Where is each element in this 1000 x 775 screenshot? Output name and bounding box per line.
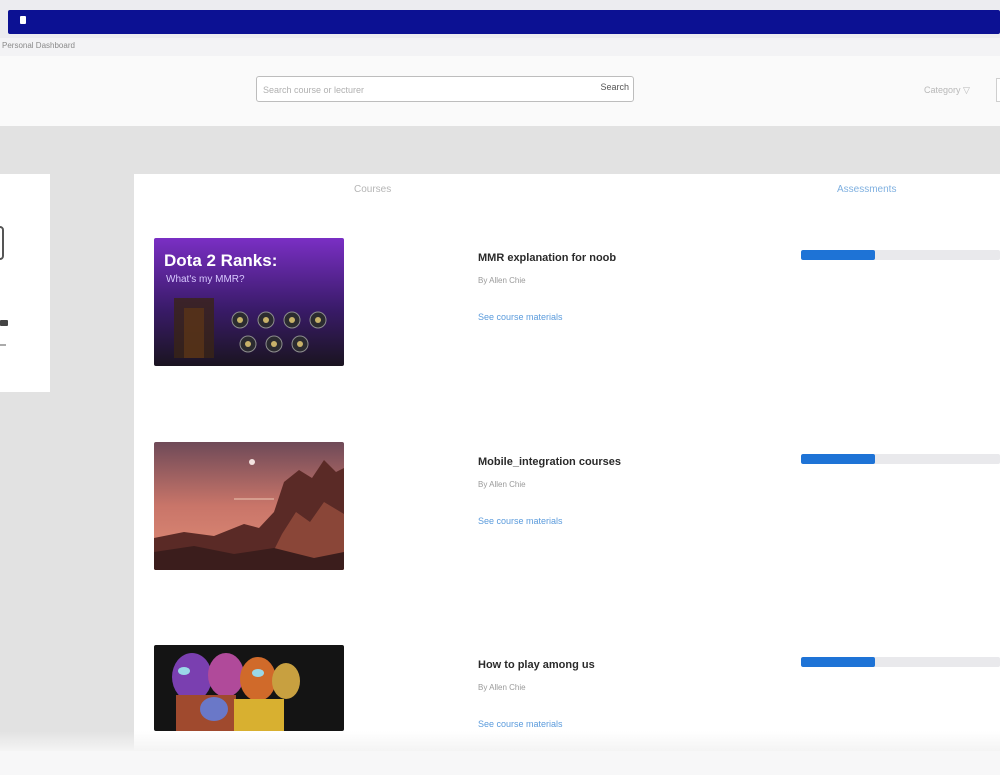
course-progress-fill [801,657,875,667]
among-us-characters-thumbnail[interactable] [154,645,344,731]
category-dropdown[interactable]: Category ▽ [924,85,970,96]
app-icon [20,16,26,24]
course-title[interactable]: MMR explanation for noob [478,252,616,264]
course-progress-fill [801,250,875,260]
bottom-fade [0,731,1000,751]
course-title[interactable]: How to play among us [478,659,595,671]
avatar [0,226,4,260]
course-materials-link[interactable]: See course materials [478,516,563,526]
course-author: By Allen Chie [478,683,526,692]
course-title[interactable]: Mobile_integration courses [478,456,621,468]
course-item: Mobile_integration courses By Allen Chie… [134,442,1000,572]
dota-ranks-thumbnail[interactable]: Dota 2 Ranks: What's my MMR? [154,238,344,366]
course-item: How to play among us By Allen Chie See c… [134,645,1000,775]
course-item: Dota 2 Ranks: What's my MMR? MMR explana… [134,238,1000,368]
header: Search Category ▽ [0,56,1000,126]
breadcrumb: Personal Dashboard [2,41,75,50]
thumbnail-subtitle: What's my MMR? [166,274,245,285]
course-author: By Allen Chie [478,276,526,285]
course-progress-fill [801,454,875,464]
search-input[interactable] [261,80,585,100]
course-progress-bar [801,657,1000,667]
course-materials-link[interactable]: See course materials [478,312,563,322]
course-progress-bar [801,250,1000,260]
profile-detail [0,344,6,346]
search-box: Search [256,76,634,102]
page-banner [0,126,1000,174]
profile-name [0,320,8,326]
search-button[interactable]: Search [600,82,629,92]
course-list-panel: Courses Assessments Dota 2 Ranks: What's… [134,174,1000,751]
profile-button[interactable] [996,78,1000,102]
tab-assessments[interactable]: Assessments [837,184,896,195]
window-title-bar [0,0,1000,38]
course-author: By Allen Chie [478,480,526,489]
course-progress-bar [801,454,1000,464]
breadcrumb-bar: Personal Dashboard [0,38,1000,56]
title-bar-strip [8,10,1000,34]
tab-courses[interactable]: Courses [354,184,391,195]
course-materials-link[interactable]: See course materials [478,719,563,729]
thumbnail-title: Dota 2 Ranks: [164,251,277,270]
sunset-mountain-thumbnail[interactable] [154,442,344,570]
profile-card [0,174,50,392]
